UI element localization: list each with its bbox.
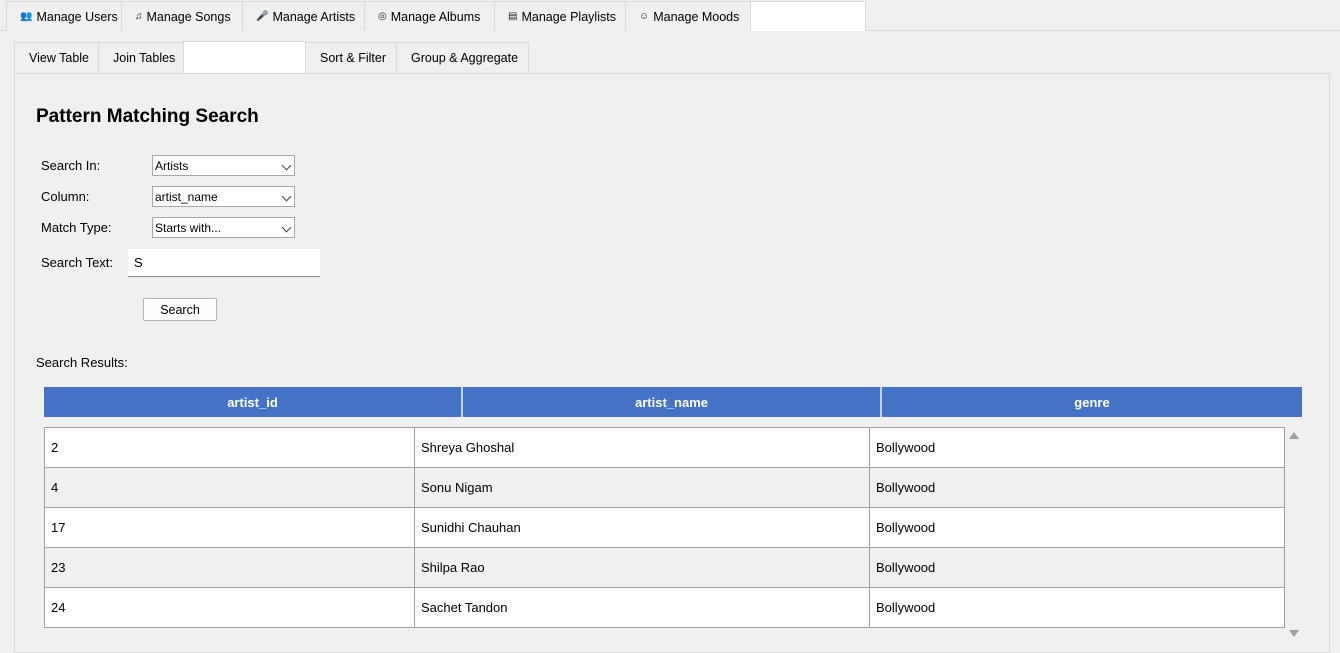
table-row[interactable]: 24 Sachet Tandon Bollywood <box>44 587 1285 628</box>
cell-genre: Bollywood <box>869 547 1285 588</box>
tab-label: Manage Artists <box>272 9 356 24</box>
cell-genre: Bollywood <box>869 467 1285 508</box>
tab-manage-moods[interactable]: ☺ Manage Moods <box>625 1 751 31</box>
cell-artist-id: 4 <box>44 467 415 508</box>
results-table-body: 2 Shreya Ghoshal Bollywood 4 Sonu Nigam … <box>44 427 1285 628</box>
tab-label: Manage Users <box>36 9 118 24</box>
cell-artist-id: 23 <box>44 547 415 588</box>
chevron-down-icon <box>281 191 292 202</box>
tab-sql-queries[interactable]: ⌕ SQL Queries <box>750 1 866 31</box>
column-value: artist_name <box>155 190 218 204</box>
users-icon: 👥 <box>20 11 33 22</box>
tab-label: Manage Songs <box>146 9 231 24</box>
disc-icon: ◎ <box>378 11 387 22</box>
column-header-genre[interactable]: genre <box>882 387 1302 417</box>
tab-label: Manage Albums <box>390 9 481 24</box>
table-row[interactable]: 4 Sonu Nigam Bollywood <box>44 467 1285 508</box>
search-in-value: Artists <box>155 159 189 173</box>
tab-manage-albums[interactable]: ◎ Manage Albums <box>364 1 495 31</box>
page-title: Pattern Matching Search <box>36 106 259 127</box>
column-header-artist-name[interactable]: artist_name <box>463 387 882 417</box>
scroll-up-arrow-icon[interactable] <box>1289 432 1299 439</box>
cell-artist-name: Shilpa Rao <box>414 547 870 588</box>
query-tab-bar: View Table Join Tables Pattern Matching … <box>14 41 529 73</box>
cell-artist-name: Sachet Tandon <box>414 587 870 628</box>
tab-manage-playlists[interactable]: ▤ Manage Playlists <box>494 1 626 31</box>
search-text-input[interactable] <box>128 249 320 277</box>
chevron-down-icon <box>281 222 292 233</box>
match-type-label: Match Type: <box>41 220 112 235</box>
cell-artist-name: Sonu Nigam <box>414 467 870 508</box>
tab-join-tables[interactable]: Join Tables <box>98 42 184 73</box>
tab-manage-songs[interactable]: ♫ Manage Songs <box>121 1 243 31</box>
tab-sort-filter[interactable]: Sort & Filter <box>305 42 397 73</box>
search-in-label: Search In: <box>41 158 101 173</box>
results-label: Search Results: <box>36 355 128 370</box>
chevron-down-icon <box>281 160 292 171</box>
cell-artist-name: Sunidhi Chauhan <box>414 507 870 548</box>
cell-genre: Bollywood <box>869 587 1285 628</box>
scroll-down-arrow-icon[interactable] <box>1289 630 1299 637</box>
table-row[interactable]: 2 Shreya Ghoshal Bollywood <box>44 427 1285 468</box>
tab-view-table[interactable]: View Table <box>14 42 99 73</box>
match-type-value: Starts with... <box>155 221 222 235</box>
cell-artist-id: 24 <box>44 587 415 628</box>
column-header-artist-id[interactable]: artist_id <box>44 387 463 417</box>
cell-artist-id: 17 <box>44 507 415 548</box>
music-note-icon: ♫ <box>135 11 143 22</box>
tab-label: Manage Moods <box>653 9 740 24</box>
tab-manage-artists[interactable]: 🎤 Manage Artists <box>242 1 365 31</box>
tab-label: SQL Queries <box>773 9 846 24</box>
search-text-label: Search Text: <box>41 255 114 270</box>
microphone-icon: 🎤 <box>256 11 269 22</box>
column-label: Column: <box>41 189 90 204</box>
search-icon: ⌕ <box>764 11 770 22</box>
table-row[interactable]: 17 Sunidhi Chauhan Bollywood <box>44 507 1285 548</box>
cell-genre: Bollywood <box>869 507 1285 548</box>
search-button[interactable]: Search <box>143 298 217 321</box>
tab-manage-users[interactable]: 👥 Manage Users <box>6 1 122 31</box>
clipboard-icon: ▤ <box>508 11 518 22</box>
tab-group-aggregate[interactable]: Group & Aggregate <box>396 42 529 73</box>
cell-artist-id: 2 <box>44 427 415 468</box>
cell-genre: Bollywood <box>869 427 1285 468</box>
table-row[interactable]: 23 Shilpa Rao Bollywood <box>44 547 1285 588</box>
main-tab-bar: 👥 Manage Users ♫ Manage Songs 🎤 Manage A… <box>0 0 1340 31</box>
match-type-select[interactable]: Starts with... <box>152 217 295 238</box>
smiley-icon: ☺ <box>639 11 650 22</box>
search-in-select[interactable]: Artists <box>152 155 295 176</box>
tab-pattern-matching[interactable]: Pattern Matching <box>183 41 306 73</box>
column-select[interactable]: artist_name <box>152 186 295 207</box>
tab-label: Manage Playlists <box>521 9 616 24</box>
results-table-header: artist_id artist_name genre <box>44 387 1302 417</box>
cell-artist-name: Shreya Ghoshal <box>414 427 870 468</box>
